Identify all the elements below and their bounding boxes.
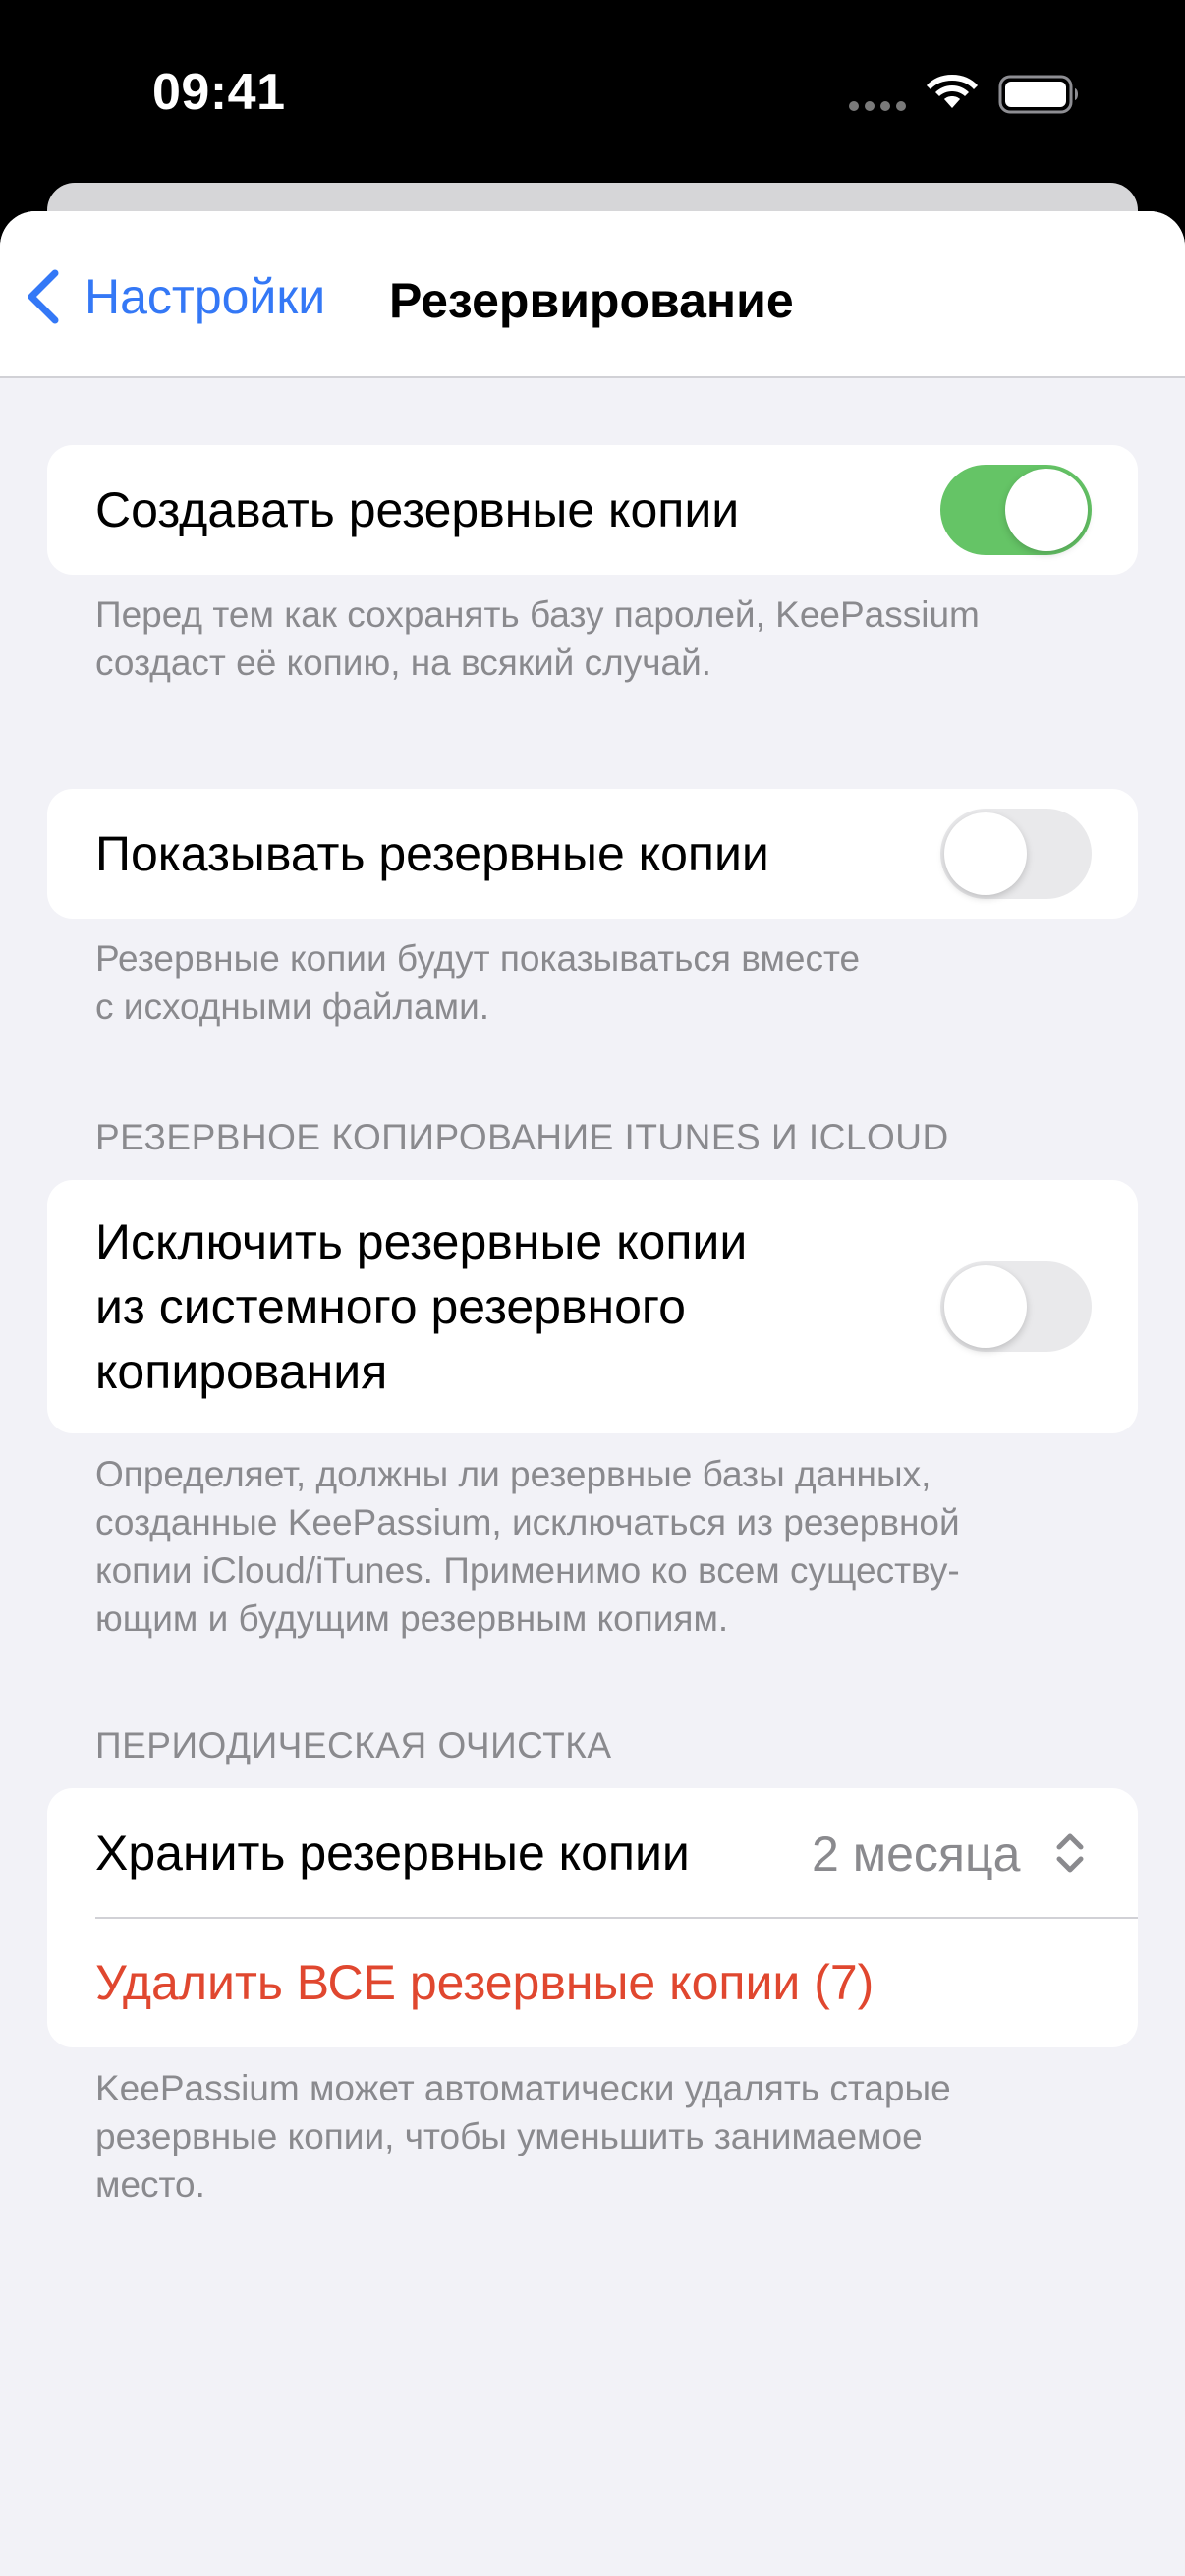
- page-title: Резервирование: [389, 273, 794, 328]
- create-backups-label: Создавать резервные копии: [95, 482, 740, 537]
- create-backups-row: Создавать резервные копии: [47, 445, 1138, 575]
- chevron-left-icon: [28, 269, 59, 324]
- wifi-icon: [927, 75, 978, 108]
- exclude-backups-toggle[interactable]: [940, 1261, 1092, 1352]
- itunes-icloud-footer: Определяет, должны ли резервные базы дан…: [95, 1454, 960, 1639]
- create-backups-toggle[interactable]: [940, 465, 1092, 555]
- battery-icon: [998, 75, 1078, 114]
- status-bar: 09:41: [0, 0, 1185, 187]
- toggle-knob: [944, 1265, 1027, 1348]
- signal-dots-icon: [849, 101, 908, 115]
- create-backups-footer: Перед тем как сохранять базу паролей, Ke…: [95, 594, 980, 683]
- navigation-bar: Настройки Резервирование: [0, 211, 1185, 378]
- cleanup-footer: KeePassium может автоматически удалять с…: [95, 2068, 951, 2205]
- keep-backups-row[interactable]: Хранить резервные копии 2 месяца: [47, 1788, 1138, 1917]
- show-backups-footer: Резервные копии будут показываться вмест…: [95, 938, 861, 1027]
- status-time: 09:41: [152, 64, 286, 121]
- keep-backups-value: 2 месяца: [812, 1826, 1021, 1881]
- cleanup-group: Хранить резервные копии 2 месяца Удалить…: [47, 1788, 1138, 2047]
- toggle-knob: [944, 812, 1027, 895]
- delete-all-backups-row[interactable]: Удалить ВСЕ резервные копии (7): [47, 1919, 1138, 2047]
- delete-all-backups-label: Удалить ВСЕ резервные копии (7): [95, 1955, 875, 2010]
- show-backups-label: Показывать резервные копии: [95, 826, 769, 881]
- exclude-backups-row: Исключить резервные копии из системного …: [47, 1180, 1138, 1433]
- show-backups-toggle[interactable]: [940, 809, 1092, 899]
- keep-backups-label: Хранить резервные копии: [95, 1825, 690, 1880]
- cleanup-section-header: ПЕРИОДИЧЕСКАЯ ОЧИСТКА: [95, 1725, 612, 1765]
- exclude-backups-label: Исключить резервные копии из системного …: [95, 1214, 748, 1399]
- back-button[interactable]: Настройки: [24, 262, 325, 331]
- settings-sheet: Настройки Резервирование Создавать резер…: [0, 211, 1185, 2576]
- toggle-knob: [1005, 469, 1088, 551]
- itunes-icloud-section-header: РЕЗЕРВНОЕ КОПИРОВАНИЕ ITUNES И ICLOUD: [95, 1117, 949, 1157]
- chevron-up-down-icon: [1056, 1833, 1084, 1873]
- show-backups-row: Показывать резервные копии: [47, 789, 1138, 919]
- back-button-label: Настройки: [85, 269, 326, 324]
